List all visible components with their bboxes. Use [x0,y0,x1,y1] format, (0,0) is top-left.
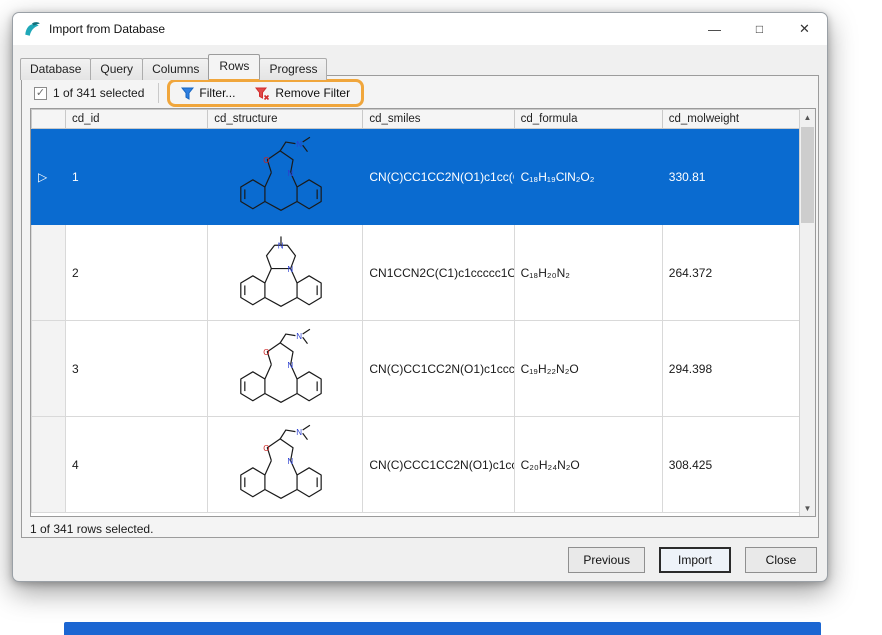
cell-cd-molweight: 294.398 [661,320,802,417]
cell-cd-id: 4 [65,416,209,513]
previous-button[interactable]: Previous [568,547,645,573]
filter-button[interactable]: Filter... [176,83,240,103]
close-button[interactable]: ✕ [782,13,827,45]
column-header-cd-id[interactable]: cd_id [65,109,209,129]
tab-rows[interactable]: Rows [208,54,261,79]
column-header-cd-molweight[interactable]: cd_molweight [661,109,802,129]
cell-cd-molweight: 330.81 [661,128,802,225]
table-row[interactable]: 4 CN(C)CCC1CC2N(O1)c1cc... C₂₀H₂₄N₂O 308… [30,416,802,513]
background-window [64,622,821,635]
column-header-cd-formula[interactable]: cd_formula [513,109,663,129]
title-bar[interactable]: Import from Database — □ ✕ [13,13,827,45]
rows-toolbar: ✓ 1 of 341 selected Filter... Remove Fil… [28,79,365,107]
cell-cd-structure [207,416,364,513]
results-table: cd_id cd_structure cd_smiles cd_formula … [30,108,816,517]
app-icon [25,22,40,36]
selected-rows-label: 1 of 341 selected [53,86,145,100]
cell-cd-id: 2 [65,224,209,321]
vertical-scrollbar[interactable]: ▲ ▼ [799,109,815,516]
dialog-button-row: Previous Import Close [568,547,817,573]
table-header-row: cd_id cd_structure cd_smiles cd_formula … [30,109,802,129]
row-selector-cell [30,416,67,513]
cell-cd-molweight: 264.372 [661,224,802,321]
tab-columns[interactable]: Columns [142,58,210,80]
filter-icon [181,87,195,100]
tab-query[interactable]: Query [90,58,144,80]
molecule-structure-image [224,422,346,512]
cell-cd-formula: C₂₀H₂₄N₂O [513,416,663,513]
import-button[interactable]: Import [659,547,731,573]
table-row[interactable]: 2 CN1CCN2C(C1)c1ccccc1Cc... C₁₈H₂₀N₂ 264… [30,224,802,321]
rows-tab-page: ✓ 1 of 341 selected Filter... Remove Fil… [21,75,819,538]
cell-cd-formula: C₁₉H₂₂N₂O [513,320,663,417]
toolbar-separator [158,83,160,103]
molecule-structure-image [224,326,346,416]
current-row-arrow-icon: ▷ [38,169,48,184]
selected-rows-checkbox-group[interactable]: ✓ 1 of 341 selected [28,86,154,100]
scroll-up-button[interactable]: ▲ [800,109,815,125]
scrollbar-track[interactable] [800,125,815,500]
close-dialog-button[interactable]: Close [745,547,817,573]
molecule-structure-image [224,230,346,320]
cell-cd-smiles: CN(C)CC1CC2N(O1)c1cc(C... [362,128,515,225]
selected-rows-checkbox[interactable]: ✓ [34,86,47,100]
tab-database[interactable]: Database [20,58,92,80]
cell-cd-formula: C₁₈H₂₀N₂ [513,224,663,321]
cell-cd-structure [207,320,364,417]
table-row[interactable]: ▷ 1 CN(C)CC1CC2N(O1)c1cc(C... C₁₈H₁₉ClN₂… [30,128,802,225]
cell-cd-id: 1 [65,128,209,225]
status-text: 1 of 341 rows selected. [30,522,154,536]
row-selector-cell: ▷ [30,128,67,225]
window-title: Import from Database [49,22,166,36]
scroll-down-button[interactable]: ▼ [800,500,815,516]
column-header-cd-structure[interactable]: cd_structure [207,109,364,129]
molecule-structure-image [224,134,346,224]
remove-filter-icon [255,87,270,100]
cell-cd-structure [207,224,364,321]
remove-filter-button-label: Remove Filter [275,86,351,100]
cell-cd-smiles: CN(C)CCC1CC2N(O1)c1cc... [362,416,515,513]
filter-button-label: Filter... [199,86,236,100]
cell-cd-structure [207,128,364,225]
import-from-database-dialog: Import from Database — □ ✕ Database Quer… [12,12,828,582]
cell-cd-id: 3 [65,320,209,417]
cell-cd-smiles: CN(C)CC1CC2N(O1)c1cccc... [362,320,515,417]
row-selector-header [30,109,67,129]
cell-cd-smiles: CN1CCN2C(C1)c1ccccc1Cc... [362,224,515,321]
cell-cd-molweight: 308.425 [661,416,802,513]
row-selector-cell [30,320,67,417]
column-header-cd-smiles[interactable]: cd_smiles [362,109,515,129]
minimize-button[interactable]: — [692,13,737,45]
cell-cd-formula: C₁₈H₁₉ClN₂O₂ [513,128,663,225]
row-selector-cell [30,224,67,321]
remove-filter-button[interactable]: Remove Filter [250,83,355,103]
maximize-button[interactable]: □ [737,13,782,45]
tab-strip: Database Query Columns Rows Progress [20,53,328,80]
filter-annotation-highlight: Filter... Remove Filter [167,79,365,107]
table-row[interactable]: 3 CN(C)CC1CC2N(O1)c1cccc... C₁₉H₂₂N₂O 29… [30,320,802,417]
scrollbar-thumb[interactable] [801,127,814,223]
tab-progress[interactable]: Progress [259,58,328,80]
